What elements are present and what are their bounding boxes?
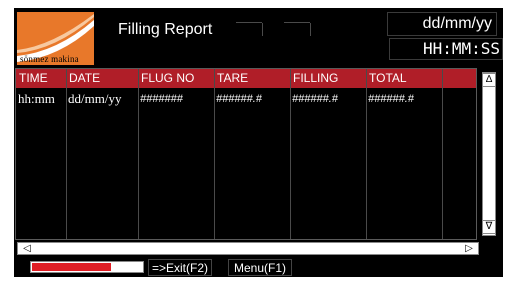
footer: =>Exit(F2) Menu(F1): [14, 258, 503, 277]
title-placeholder-2: [284, 22, 311, 36]
cell-time: hh:mm: [18, 91, 55, 106]
vertical-scroll-track[interactable]: [482, 72, 496, 236]
report-table: TIME DATE FLUG NO TARE FILLING TOTAL hh:…: [15, 68, 477, 240]
cell-filling: ######.#: [292, 93, 338, 105]
scroll-down-icon[interactable]: ∇: [482, 220, 496, 234]
title-placeholder-1: [236, 22, 263, 36]
horizontal-scrollbar[interactable]: ◁ ▷: [17, 242, 479, 255]
date-display: dd/mm/yy: [387, 12, 497, 36]
column-header-flug-no[interactable]: FLUG NO: [138, 69, 214, 88]
time-display: HH:MM:SS: [389, 38, 503, 60]
cell-flug-no: #######: [140, 93, 183, 105]
company-logo: sönmez makina: [17, 12, 94, 65]
column-header-time[interactable]: TIME: [16, 69, 66, 88]
progress-bar: [30, 261, 144, 273]
scroll-right-icon[interactable]: ▷: [462, 243, 476, 254]
column-header-tare[interactable]: TARE: [214, 69, 290, 88]
table-header: TIME DATE FLUG NO TARE FILLING TOTAL: [16, 69, 476, 88]
page-title: Filling Report: [118, 21, 213, 38]
cell-total: ######.#: [368, 93, 414, 105]
header: sönmez makina Filling Report dd/mm/yy HH…: [14, 8, 503, 65]
column-header-filling[interactable]: FILLING: [290, 69, 366, 88]
exit-button[interactable]: =>Exit(F2): [148, 259, 213, 276]
hmi-screen: sönmez makina Filling Report dd/mm/yy HH…: [14, 8, 503, 277]
menu-button[interactable]: Menu(F1): [228, 259, 293, 276]
scroll-left-icon[interactable]: ◁: [20, 243, 34, 254]
column-header-total[interactable]: TOTAL: [366, 69, 442, 88]
progress-bar-fill: [32, 263, 111, 271]
vertical-scrollbar[interactable]: ∆ ∇: [477, 68, 503, 240]
scroll-up-icon[interactable]: ∆: [482, 73, 496, 87]
logo-text: sönmez makina: [20, 54, 79, 64]
cell-date: dd/mm/yy: [68, 91, 122, 106]
cell-tare: ######.#: [216, 93, 262, 105]
table-row[interactable]: hh:mm dd/mm/yy ####### ######.# ######.#…: [16, 90, 476, 108]
column-header-date[interactable]: DATE: [66, 69, 138, 88]
